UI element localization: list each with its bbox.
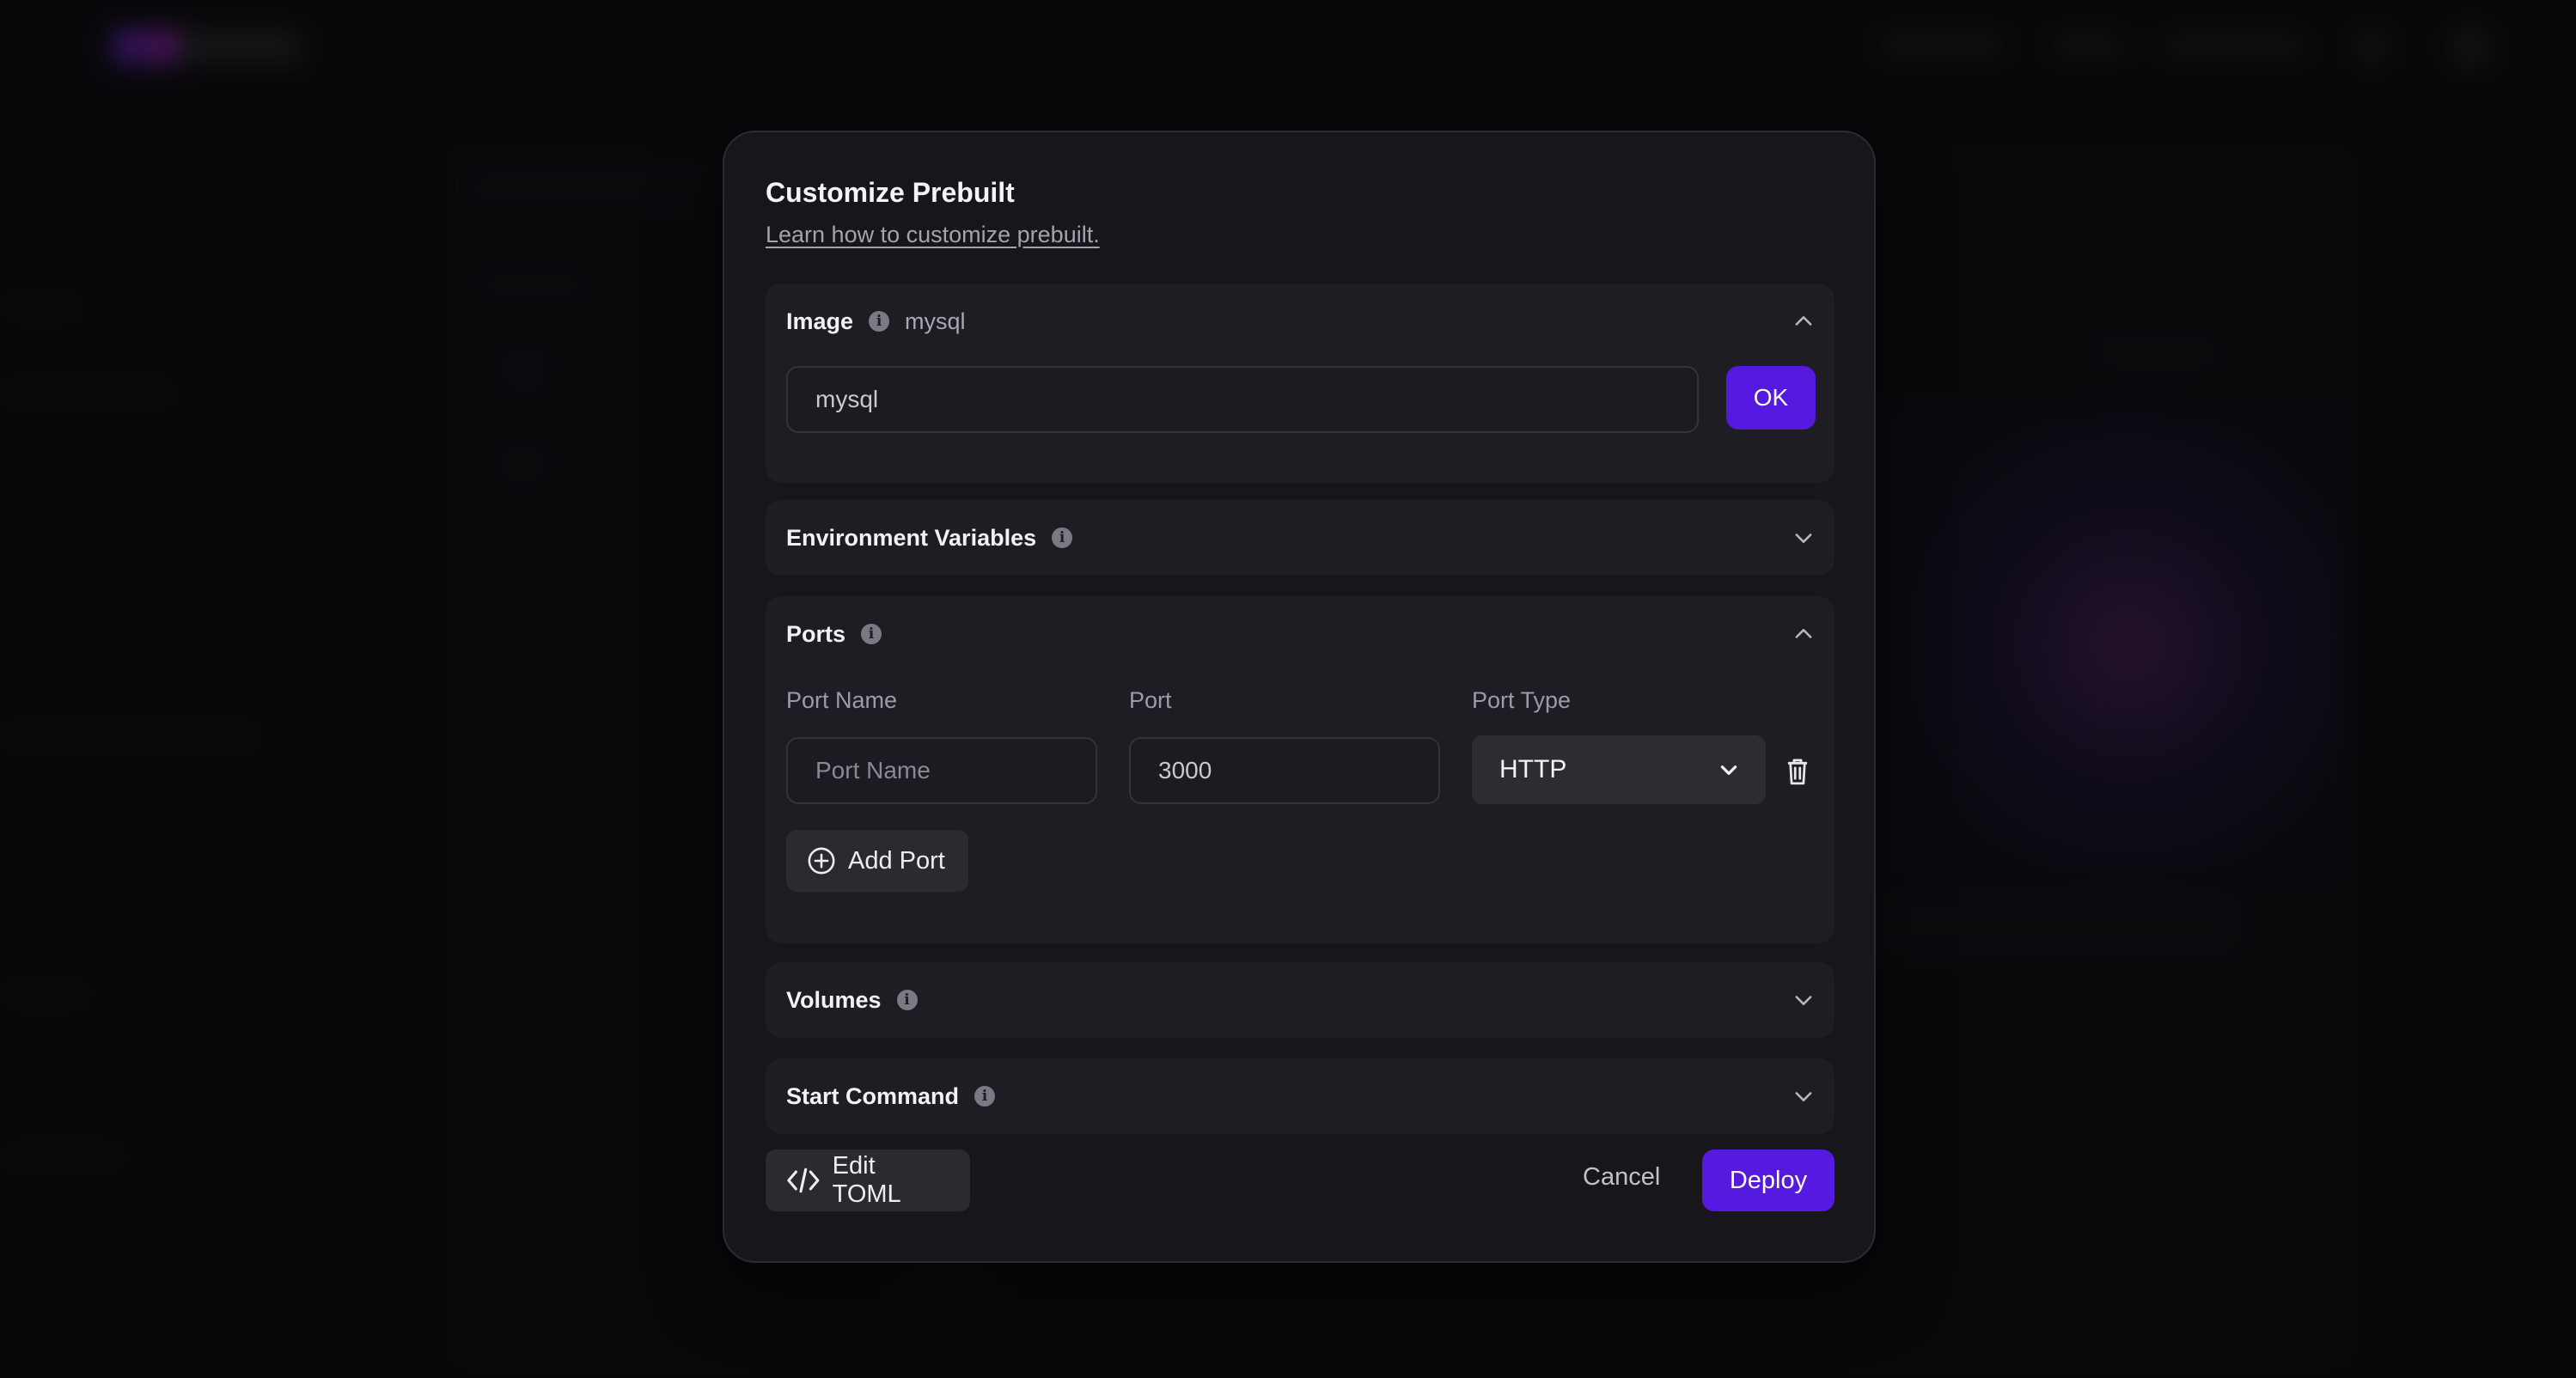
deploy-button[interactable]: Deploy — [1702, 1149, 1834, 1211]
volumes-section-title: Volumes — [786, 986, 882, 1013]
edit-toml-button[interactable]: Edit TOML — [766, 1149, 970, 1211]
add-port-button[interactable]: Add Port — [786, 830, 968, 892]
chevron-down-icon[interactable] — [1792, 526, 1816, 550]
port-type-select[interactable]: HTTP — [1472, 735, 1766, 804]
dialog-title: Customize Prebuilt — [766, 177, 1015, 208]
chevron-up-icon[interactable] — [1792, 309, 1816, 333]
environment-variables-title: Environment Variables — [786, 524, 1037, 551]
image-section-title: Image — [786, 308, 854, 334]
plus-circle-icon — [808, 847, 835, 875]
port-type-label: Port Type — [1472, 687, 1572, 713]
info-icon[interactable]: i — [861, 624, 882, 644]
add-port-label: Add Port — [848, 846, 945, 875]
help-link[interactable]: Learn how to customize prebuilt. — [766, 222, 1100, 248]
environment-variables-header[interactable]: Environment Variables i — [786, 500, 1073, 576]
start-command-section-header[interactable]: Start Command i — [786, 1058, 996, 1134]
cancel-button[interactable]: Cancel — [1583, 1163, 1660, 1192]
image-current-value: mysql — [905, 308, 966, 334]
volumes-section-header[interactable]: Volumes i — [786, 962, 918, 1038]
chevron-up-icon[interactable] — [1792, 622, 1816, 646]
chevron-down-icon[interactable] — [1792, 1084, 1816, 1108]
image-section: Image i mysql OK — [766, 284, 1834, 483]
info-icon[interactable]: i — [974, 1086, 996, 1107]
port-name-label: Port Name — [786, 687, 898, 713]
info-icon[interactable]: i — [1052, 527, 1073, 548]
port-number-input[interactable] — [1129, 737, 1440, 804]
ports-section-header[interactable]: Ports i — [786, 596, 882, 672]
image-section-header[interactable]: Image i mysql — [786, 284, 966, 359]
chevron-down-icon[interactable] — [1792, 988, 1816, 1012]
trash-icon[interactable] — [1783, 756, 1812, 787]
port-name-input[interactable] — [786, 737, 1097, 804]
ports-section: Ports i Port Name Port Port Type HTTP Ad… — [766, 596, 1834, 943]
port-label: Port — [1129, 687, 1172, 713]
image-ok-button[interactable]: OK — [1726, 366, 1816, 430]
start-command-section[interactable]: Start Command i — [766, 1058, 1834, 1134]
code-icon — [787, 1168, 820, 1193]
info-icon[interactable]: i — [896, 990, 918, 1010]
start-command-section-title: Start Command — [786, 1082, 960, 1109]
edit-toml-label: Edit TOML — [832, 1152, 901, 1208]
customize-prebuilt-dialog: Customize Prebuilt Learn how to customiz… — [723, 131, 1876, 1263]
info-icon[interactable]: i — [869, 311, 890, 332]
port-type-value: HTTP — [1499, 755, 1567, 784]
ports-section-title: Ports — [786, 620, 846, 647]
volumes-section[interactable]: Volumes i — [766, 962, 1834, 1038]
image-input[interactable] — [786, 366, 1699, 433]
environment-variables-section[interactable]: Environment Variables i — [766, 500, 1834, 576]
chevron-down-icon — [1720, 765, 1737, 775]
